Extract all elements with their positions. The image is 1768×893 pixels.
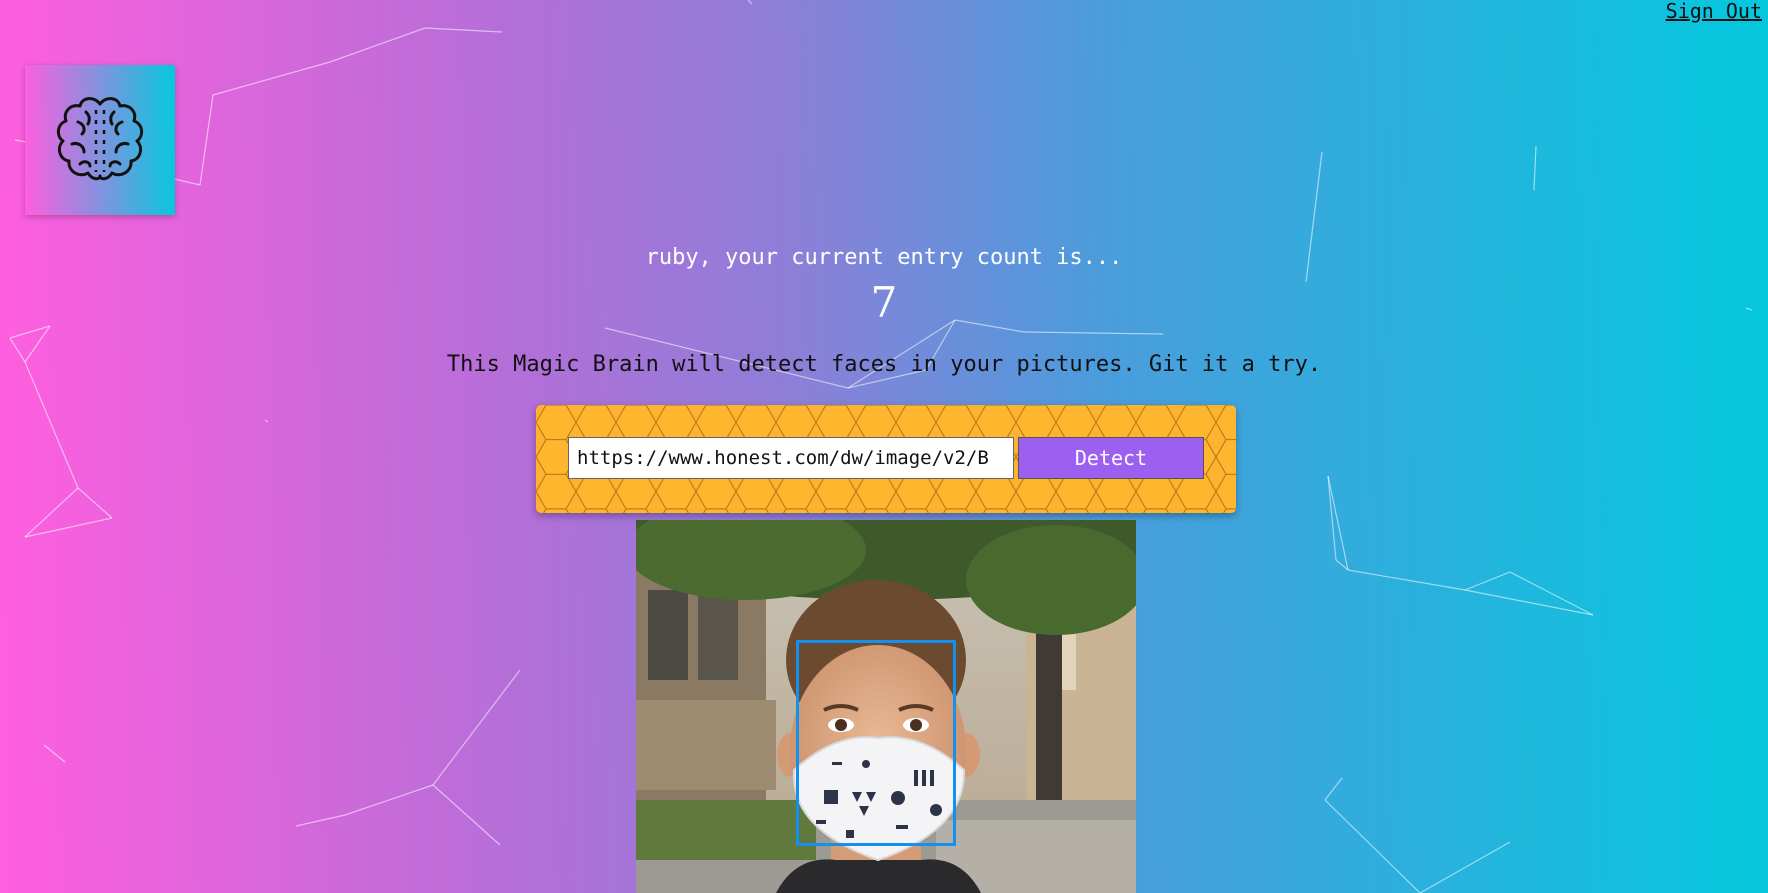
image-link-form: Detect xyxy=(536,405,1236,513)
input-image xyxy=(636,520,1136,893)
entry-count-value: 7 xyxy=(870,278,898,327)
face-bounding-box xyxy=(796,640,956,846)
entry-count-label: ruby, your current entry count is... xyxy=(645,245,1123,270)
detect-button[interactable]: Detect xyxy=(1018,437,1204,479)
sign-out-link[interactable]: Sign Out xyxy=(1666,0,1762,23)
logo xyxy=(25,65,175,215)
brain-icon xyxy=(57,97,143,181)
intro-text: This Magic Brain will detect faces in yo… xyxy=(446,352,1322,377)
image-url-input[interactable] xyxy=(568,437,1014,479)
